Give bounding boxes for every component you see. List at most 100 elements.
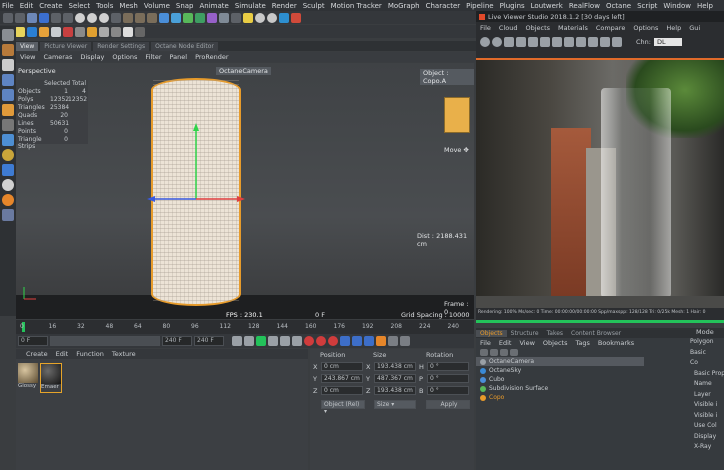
live-viewer-menu-item-0[interactable]: File (480, 24, 491, 32)
material-menu-item-3[interactable]: Texture (112, 350, 136, 358)
viewport-menu-item-5[interactable]: Panel (170, 53, 188, 61)
render-view[interactable] (476, 58, 724, 308)
x-axis-icon[interactable] (75, 12, 85, 23)
menu-item-17[interactable]: Loutwerk (531, 2, 563, 10)
select-tool-icon[interactable] (27, 12, 37, 23)
live-viewer-menu-item-4[interactable]: Compare (596, 24, 626, 32)
checker-icon[interactable] (2, 59, 14, 71)
viewport-menu-item-1[interactable]: Cameras (43, 53, 72, 61)
timeline-menu-icon[interactable] (400, 336, 410, 346)
save-render-icon[interactable] (612, 37, 622, 47)
octane-icon[interactable] (255, 12, 265, 23)
octane-daylight-icon[interactable] (39, 26, 49, 37)
menu-item-1[interactable]: Edit (20, 2, 34, 10)
octane-diffuse-icon[interactable] (111, 26, 121, 37)
snap-icon[interactable] (2, 149, 14, 161)
apply-button[interactable]: Apply (426, 400, 470, 409)
octane-scatter-icon[interactable] (87, 26, 97, 37)
coord-field[interactable]: 243.867 cm (321, 374, 363, 383)
live-viewer-menu-item-1[interactable]: Cloud (499, 24, 518, 32)
camera-icon[interactable] (231, 12, 241, 23)
pick-material-icon[interactable] (564, 37, 574, 47)
workplane-icon[interactable] (2, 164, 14, 176)
go-end-icon[interactable] (280, 336, 290, 346)
attribute-item-0[interactable]: Polygon (686, 338, 724, 349)
prev-key-icon[interactable] (244, 336, 254, 346)
clay-icon[interactable] (576, 37, 586, 47)
octane-fog-icon[interactable] (51, 26, 61, 37)
autokey-icon[interactable] (316, 336, 326, 346)
play-icon[interactable] (256, 336, 266, 346)
menu-item-14[interactable]: Character (426, 2, 461, 10)
material-glossy[interactable]: Glossy (18, 363, 38, 393)
attribute-tab-0[interactable]: Mode (686, 328, 724, 338)
scale-key-icon[interactable] (364, 336, 374, 346)
viewport-tab-3[interactable]: Octane Node Editor (151, 41, 218, 51)
octane-mix-icon[interactable] (135, 26, 145, 37)
loop-icon[interactable] (292, 336, 302, 346)
coord-system-icon[interactable] (111, 12, 121, 23)
menu-item-12[interactable]: Motion Tracker (331, 2, 382, 10)
object-menu-item-5[interactable]: Bookmarks (598, 339, 634, 347)
keyframe-icon[interactable] (328, 336, 338, 346)
object-tree-item[interactable]: Subdivision Surface (476, 384, 644, 393)
gamma-icon[interactable] (600, 37, 610, 47)
tweak-mode-icon[interactable] (2, 134, 14, 146)
position-key-icon[interactable] (340, 336, 350, 346)
attribute-item-6[interactable]: Visible i (686, 401, 724, 412)
menu-item-4[interactable]: Tools (96, 2, 113, 10)
attribute-item-9[interactable]: Display (686, 433, 724, 444)
focus-icon[interactable] (552, 37, 562, 47)
attribute-item-10[interactable]: X-Ray (686, 443, 724, 454)
material-menu-item-0[interactable]: Create (26, 350, 48, 358)
octane-light-icon[interactable] (15, 26, 25, 37)
render-icon[interactable] (135, 12, 145, 23)
coord-field[interactable]: 487.367 cm (374, 374, 416, 383)
viewport-tab-2[interactable]: Render Settings (93, 41, 150, 51)
pause-icon[interactable] (504, 37, 514, 47)
floor-icon[interactable] (219, 12, 229, 23)
filter-icon[interactable] (480, 349, 488, 356)
light-icon[interactable] (243, 12, 253, 23)
object-tab-3[interactable]: Content Browser (567, 330, 625, 337)
object-tab-0[interactable]: Objects (476, 329, 507, 337)
object-name[interactable]: Copo (489, 394, 504, 401)
attribute-item-7[interactable]: Visible i (686, 412, 724, 423)
move-tool-icon[interactable] (39, 12, 49, 23)
coord-field[interactable]: 0 cm (321, 386, 363, 395)
region-icon[interactable] (540, 37, 550, 47)
menu-item-6[interactable]: Volume (144, 2, 170, 10)
navigation-widget[interactable] (444, 97, 470, 133)
octane-live-icon[interactable] (279, 12, 289, 23)
menu-item-7[interactable]: Snap (176, 2, 194, 10)
live-viewer-menu-item-7[interactable]: Gui (689, 24, 700, 32)
range-slider[interactable] (50, 336, 160, 346)
new-object-icon[interactable] (510, 349, 518, 356)
model-mode-icon[interactable] (2, 29, 14, 41)
menu-item-13[interactable]: MoGraph (388, 2, 420, 10)
live-viewer-menu-item-2[interactable]: Objects (525, 24, 550, 32)
rotate-tool-icon[interactable] (63, 12, 73, 23)
object-menu-item-0[interactable]: File (480, 339, 491, 347)
material-menu-item-1[interactable]: Edit (56, 350, 69, 358)
viewport[interactable]: Perspective OctaneCamera Object : Copo.A… (16, 63, 474, 327)
stop-icon[interactable] (516, 37, 526, 47)
octane-glossy-icon[interactable] (99, 26, 109, 37)
layers-icon[interactable] (500, 349, 508, 356)
polygons-mode-icon[interactable] (2, 104, 14, 116)
coord-field[interactable]: 193.438 cm (374, 362, 416, 371)
attribute-item-2[interactable]: Co (686, 359, 724, 370)
octane-specular-icon[interactable] (123, 26, 133, 37)
viewport-tab-0[interactable]: View (16, 41, 39, 51)
object-menu-item-4[interactable]: Tags (575, 339, 589, 347)
param-key-icon[interactable] (376, 336, 386, 346)
edges-mode-icon[interactable] (2, 89, 14, 101)
restart-icon[interactable] (492, 37, 502, 47)
menu-item-5[interactable]: Mesh (119, 2, 137, 10)
octane-sky-icon[interactable] (27, 26, 37, 37)
viewport-menu-item-2[interactable]: Display (80, 53, 104, 61)
points-mode-icon[interactable] (2, 74, 14, 86)
render-settings-icon[interactable] (147, 12, 157, 23)
viewport-menu-item-6[interactable]: ProRender (195, 53, 228, 61)
octane-object-tag-icon[interactable] (63, 26, 73, 37)
